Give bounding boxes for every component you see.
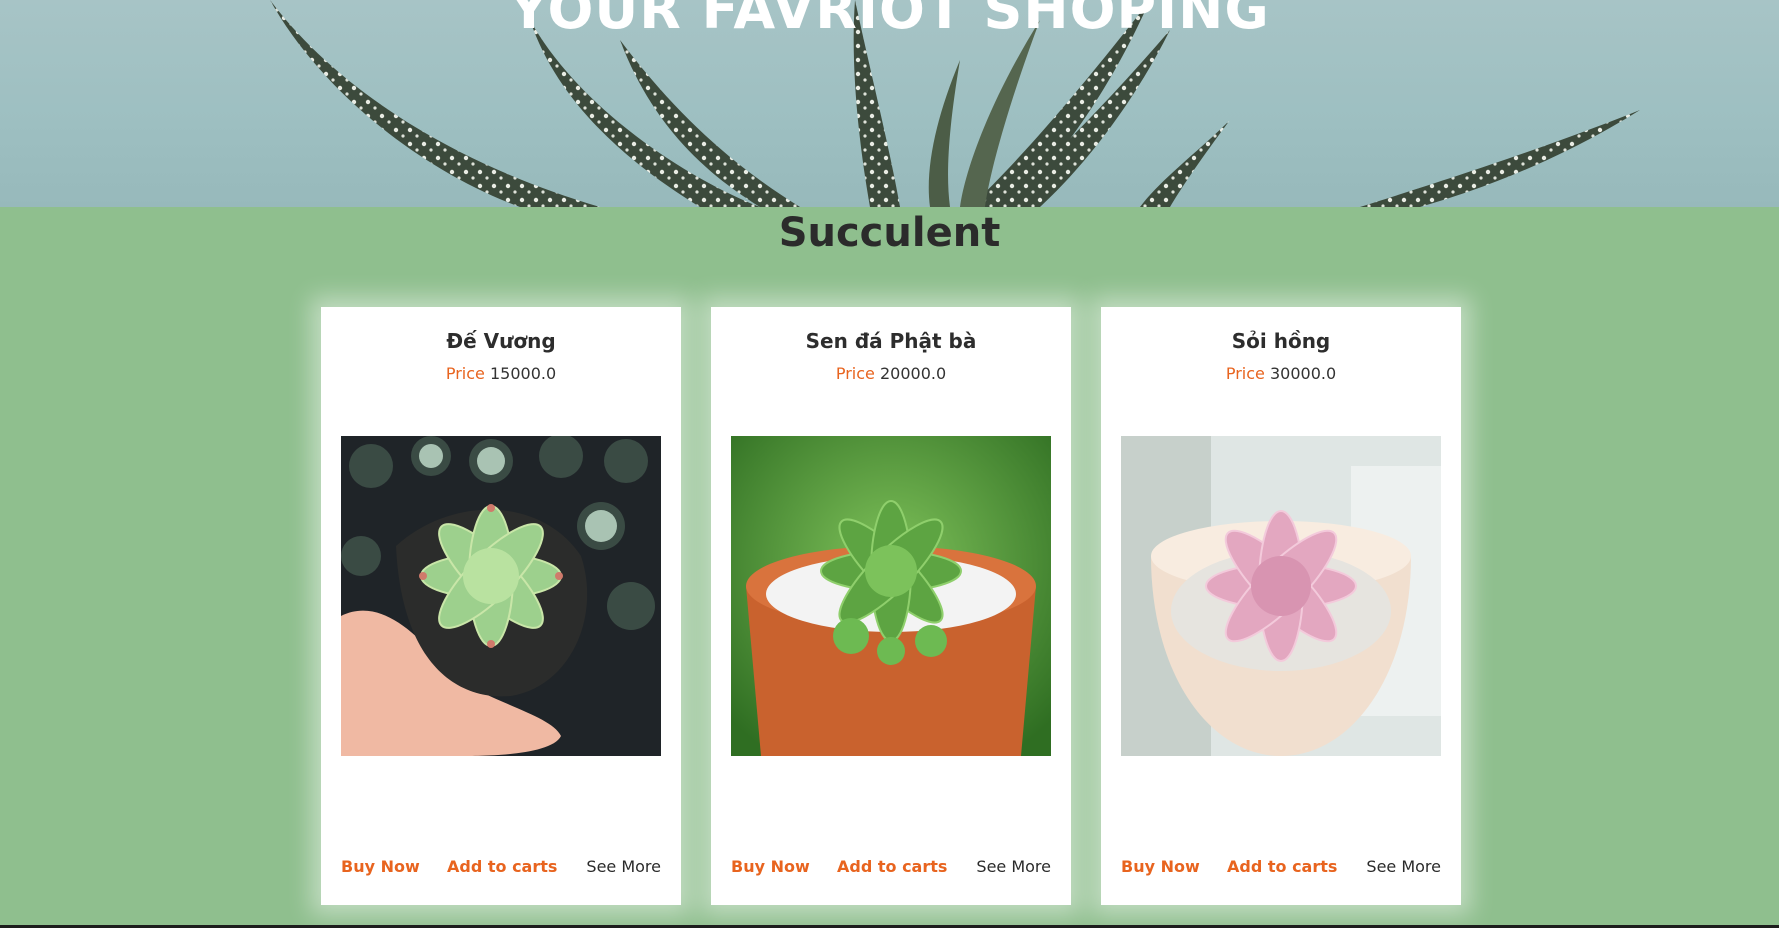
buy-now-button[interactable]: Buy Now: [1121, 857, 1200, 876]
product-card: Sen đá Phật bà Price 20000.0 Buy Now Add…: [711, 307, 1071, 905]
price-value: 20000.0: [879, 364, 947, 383]
product-image[interactable]: [731, 436, 1051, 756]
see-more-link[interactable]: See More: [1366, 857, 1441, 876]
product-name: Đế Vương: [446, 329, 556, 353]
product-price: Price 15000.0: [321, 364, 681, 383]
product-price: Price 30000.0: [1101, 364, 1461, 383]
add-to-cart-button[interactable]: Add to carts: [837, 857, 947, 876]
price-label: Price: [835, 364, 875, 383]
add-to-cart-button[interactable]: Add to carts: [1227, 857, 1337, 876]
see-more-link[interactable]: See More: [976, 857, 1051, 876]
hero-banner: YOUR FAVRIOT SHOPING: [0, 0, 1779, 207]
product-actions: Buy Now Add to carts See More: [341, 857, 661, 881]
product-name: Sỏi hồng: [1231, 329, 1331, 353]
product-actions: Buy Now Add to carts See More: [1121, 857, 1441, 881]
product-image[interactable]: [1121, 436, 1441, 756]
section-title: Succulent: [778, 210, 1001, 256]
add-to-cart-button[interactable]: Add to carts: [447, 857, 557, 876]
buy-now-button[interactable]: Buy Now: [731, 857, 810, 876]
hero-title: YOUR FAVRIOT SHOPING: [509, 0, 1270, 41]
product-card: Sỏi hồng Price 30000.0 Buy Now Add to ca…: [1101, 307, 1461, 905]
product-price: Price 20000.0: [711, 364, 1071, 383]
price-value: 15000.0: [489, 364, 557, 383]
product-actions: Buy Now Add to carts See More: [731, 857, 1051, 881]
buy-now-button[interactable]: Buy Now: [341, 857, 420, 876]
see-more-link[interactable]: See More: [586, 857, 661, 876]
price-label: Price: [1225, 364, 1265, 383]
product-name: Sen đá Phật bà: [805, 329, 977, 353]
price-value: 30000.0: [1269, 364, 1337, 383]
product-image[interactable]: [341, 436, 661, 756]
product-card: Đế Vương Price 15000.0 Buy Now Add to ca…: [321, 307, 681, 905]
price-label: Price: [445, 364, 485, 383]
